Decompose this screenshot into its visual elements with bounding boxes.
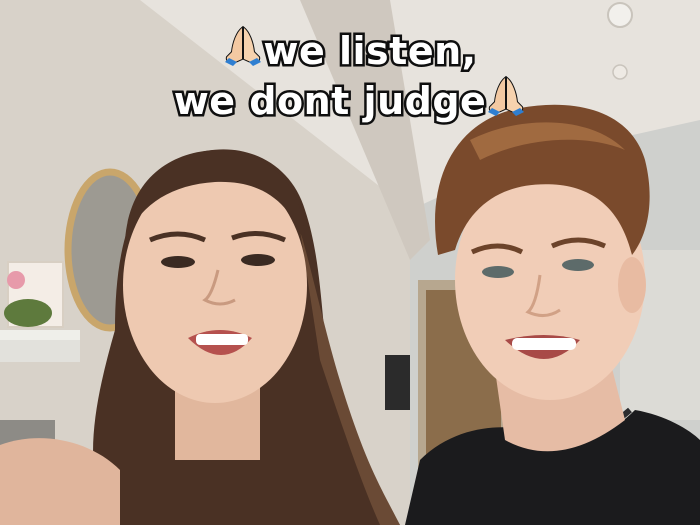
plant-leaves bbox=[4, 299, 52, 327]
left-person-eye-left bbox=[161, 256, 195, 268]
shelf bbox=[0, 330, 80, 340]
caption-text-2: we dont judge bbox=[171, 77, 488, 126]
plant-flower bbox=[7, 271, 25, 289]
right-person-eye-right bbox=[562, 259, 594, 271]
video-frame: we listen, we dont judge bbox=[0, 0, 700, 525]
left-person-eye-right bbox=[241, 254, 275, 266]
caption-line-2: we dont judge bbox=[0, 74, 700, 127]
right-person-teeth bbox=[512, 338, 576, 350]
caption-text-1: we listen, bbox=[261, 27, 479, 76]
wall-screen bbox=[385, 355, 410, 410]
folded-hands-icon bbox=[223, 24, 263, 77]
left-person-teeth bbox=[196, 334, 248, 345]
right-person-eye-left bbox=[482, 266, 514, 278]
caption-line-1: we listen, bbox=[0, 24, 700, 77]
shelf-support bbox=[0, 340, 80, 362]
right-person-ear bbox=[618, 257, 646, 313]
folded-hands-icon bbox=[486, 74, 526, 127]
